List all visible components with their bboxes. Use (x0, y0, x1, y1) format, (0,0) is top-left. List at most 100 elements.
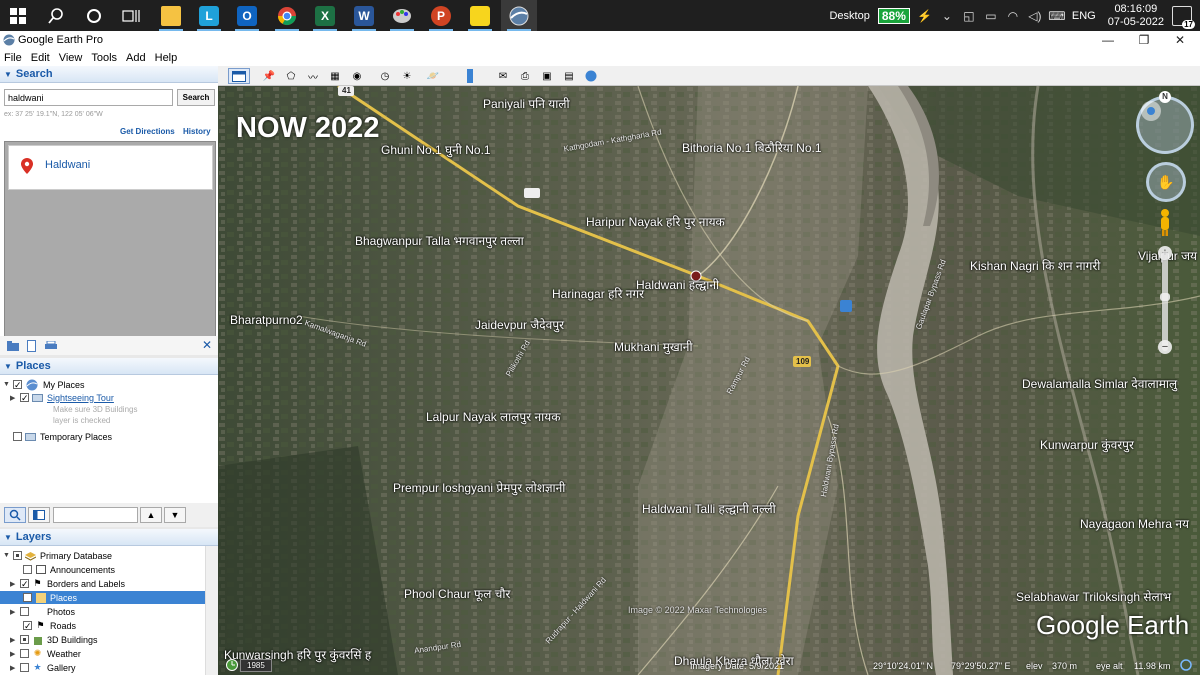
place-label[interactable]: Selabhawar Triloksingh सेलाभ (1016, 588, 1171, 605)
place-label[interactable]: Prempur loshgyani प्रेमपुर लोशज्ञानी (393, 479, 565, 496)
search-places-icon[interactable] (4, 507, 26, 523)
add-polygon-icon[interactable]: ⬠ (282, 68, 300, 84)
menu-help[interactable]: Help (155, 52, 178, 64)
zoom-slider-track[interactable] (1162, 251, 1168, 351)
expand-icon[interactable]: ▶ (10, 664, 17, 672)
place-label[interactable]: Haripur Nayak हरि पुर नायक (586, 213, 725, 230)
primary-database-checkbox[interactable] (13, 551, 22, 560)
close-button[interactable]: ✕ (1162, 31, 1198, 49)
image-overlay-icon[interactable]: ▦ (326, 68, 344, 84)
place-label[interactable]: Haldwani Talli हल्द्वानी तल्ली (642, 500, 776, 517)
roads-checkbox[interactable] (23, 621, 32, 630)
place-label[interactable]: Nayagaon Mehra नय (1080, 515, 1189, 532)
desktop-toolbar-label[interactable]: Desktop (829, 10, 869, 22)
expand-icon[interactable]: ▶ (10, 650, 17, 658)
outlook-icon[interactable]: O (229, 0, 265, 31)
windows-start-icon[interactable] (0, 0, 36, 31)
borders-checkbox[interactable] (20, 579, 29, 588)
layer-item-gallery[interactable]: ▶ ★ Gallery (10, 661, 76, 674)
place-label[interactable]: Bharatpurno2 (230, 313, 303, 327)
3d-buildings-checkbox[interactable] (20, 635, 29, 644)
place-label[interactable]: Ghuni No.1 घुनी No.1 (381, 141, 491, 158)
layer-item-weather[interactable]: ▶ ✺ Weather (10, 647, 81, 660)
battery-icon[interactable]: ▭ (983, 8, 999, 24)
search-panel-header[interactable]: ▼ Search (0, 66, 218, 83)
look-navigation-ring[interactable] (1136, 96, 1194, 154)
sunlight-icon[interactable]: ☀ (398, 68, 416, 84)
battery-indicator[interactable]: 88% (877, 7, 910, 24)
collapse-triangle-icon[interactable]: ▼ (4, 362, 12, 371)
street-view-pegman-icon[interactable] (1158, 208, 1172, 236)
wifi-icon[interactable]: ◠ (1005, 8, 1021, 24)
sidebar-toggle-icon[interactable] (28, 507, 50, 523)
layer-item-primary-database[interactable]: ▼ Primary Database (3, 549, 112, 562)
layer-item-roads[interactable]: ⚑ Roads (23, 619, 76, 632)
menu-file[interactable]: File (4, 52, 22, 64)
search-input[interactable] (4, 89, 173, 106)
my-places-checkbox[interactable] (13, 380, 22, 389)
menu-edit[interactable]: Edit (31, 52, 50, 64)
add-placemark-icon[interactable]: 📌 (260, 68, 278, 84)
place-label[interactable]: Lalpur Nayak लालपुर नायक (426, 408, 560, 425)
file-explorer-icon[interactable] (153, 0, 189, 31)
place-label[interactable]: Mukhani मुखानी (614, 338, 693, 355)
announcements-checkbox[interactable] (23, 565, 32, 574)
places-panel-header[interactable]: ▼ Places (0, 358, 218, 375)
search-button[interactable]: Search (177, 89, 215, 106)
cortana-icon[interactable] (76, 0, 112, 31)
print-map-icon[interactable]: ⎙ (516, 68, 534, 84)
expand-icon[interactable]: ▶ (10, 636, 17, 644)
temporary-places-checkbox[interactable] (13, 432, 22, 441)
chevron-up-icon[interactable]: ⌄ (939, 8, 955, 24)
earth-map-view[interactable]: NOW 2022 Paniyali पनि याली Ghuni No.1 घु… (218, 86, 1200, 675)
sightseeing-checkbox[interactable] (20, 393, 29, 402)
expand-icon[interactable]: ▼ (3, 381, 10, 388)
add-to-places-icon[interactable] (6, 340, 19, 352)
historical-year-button[interactable]: 1985 (240, 659, 272, 672)
view-in-maps-icon[interactable]: ▤ (560, 68, 578, 84)
places-filter-input[interactable] (53, 507, 138, 523)
gallery-checkbox[interactable] (20, 663, 29, 672)
expand-icon[interactable]: ▶ (10, 394, 17, 402)
expand-icon[interactable]: ▶ (10, 608, 17, 616)
app-l-icon[interactable]: L (191, 0, 227, 31)
layers-panel-header[interactable]: ▼ Layers (0, 529, 218, 546)
layers-scrollbar[interactable] (205, 546, 218, 675)
maximize-button[interactable]: ❐ (1126, 31, 1162, 49)
google-earth-taskbar-icon[interactable] (501, 0, 537, 31)
layer-item-announcements[interactable]: Announcements (23, 563, 115, 576)
place-label[interactable]: Kishan Nagri कि शन नागरी (970, 257, 1100, 274)
sightseeing-tour-link[interactable]: Sightseeing Tour (47, 393, 114, 403)
history-link[interactable]: History (183, 127, 211, 136)
planets-icon[interactable]: 🪐 (424, 68, 442, 84)
language-indicator[interactable]: ENG (1072, 10, 1096, 22)
search-result-label[interactable]: Haldwani (45, 159, 90, 171)
copy-icon[interactable] (25, 339, 38, 352)
place-label[interactable]: Kunwarpur कुंवरपुर (1040, 436, 1134, 453)
place-label[interactable]: Harinagar हरि नगर (552, 285, 644, 302)
earth-gallery-icon[interactable] (582, 68, 600, 84)
collapse-triangle-icon[interactable]: ▼ (4, 533, 12, 542)
menu-view[interactable]: View (59, 52, 83, 64)
email-icon[interactable]: ✉ (494, 68, 512, 84)
historical-imagery-icon[interactable]: ◷ (376, 68, 394, 84)
layer-item-3d-buildings[interactable]: ▶ 3D Buildings (10, 633, 98, 646)
expand-icon[interactable]: ▶ (10, 580, 17, 588)
clear-search-icon[interactable]: ✕ (202, 338, 212, 352)
place-label[interactable]: Bithoria No.1 बिठौरिया No.1 (682, 139, 822, 156)
place-label[interactable]: Jaidevpur जैदेवपुर (475, 316, 564, 333)
paint-icon[interactable] (384, 0, 420, 31)
places-checkbox[interactable] (23, 593, 32, 602)
add-path-icon[interactable]: 〰 (304, 68, 322, 84)
keyboard-icon[interactable]: ⌨ (1048, 8, 1065, 24)
taskbar-search-icon[interactable] (38, 0, 74, 31)
layer-item-places[interactable]: Places (0, 591, 205, 604)
collapse-triangle-icon[interactable]: ▼ (4, 70, 12, 79)
previous-arrow-icon[interactable]: ▲ (140, 507, 162, 523)
place-label[interactable]: Bhagwanpur Talla भगवानपुर तल्ला (355, 232, 524, 249)
clock[interactable]: 08:16:09 07-05-2022 (1108, 3, 1164, 29)
place-label[interactable]: Dewalamalla Simlar देवालामालु (1022, 375, 1177, 392)
menu-tools[interactable]: Tools (91, 52, 117, 64)
word-icon[interactable]: W (346, 0, 382, 31)
place-label[interactable]: Haldwani हल्द्वानी (636, 276, 719, 293)
